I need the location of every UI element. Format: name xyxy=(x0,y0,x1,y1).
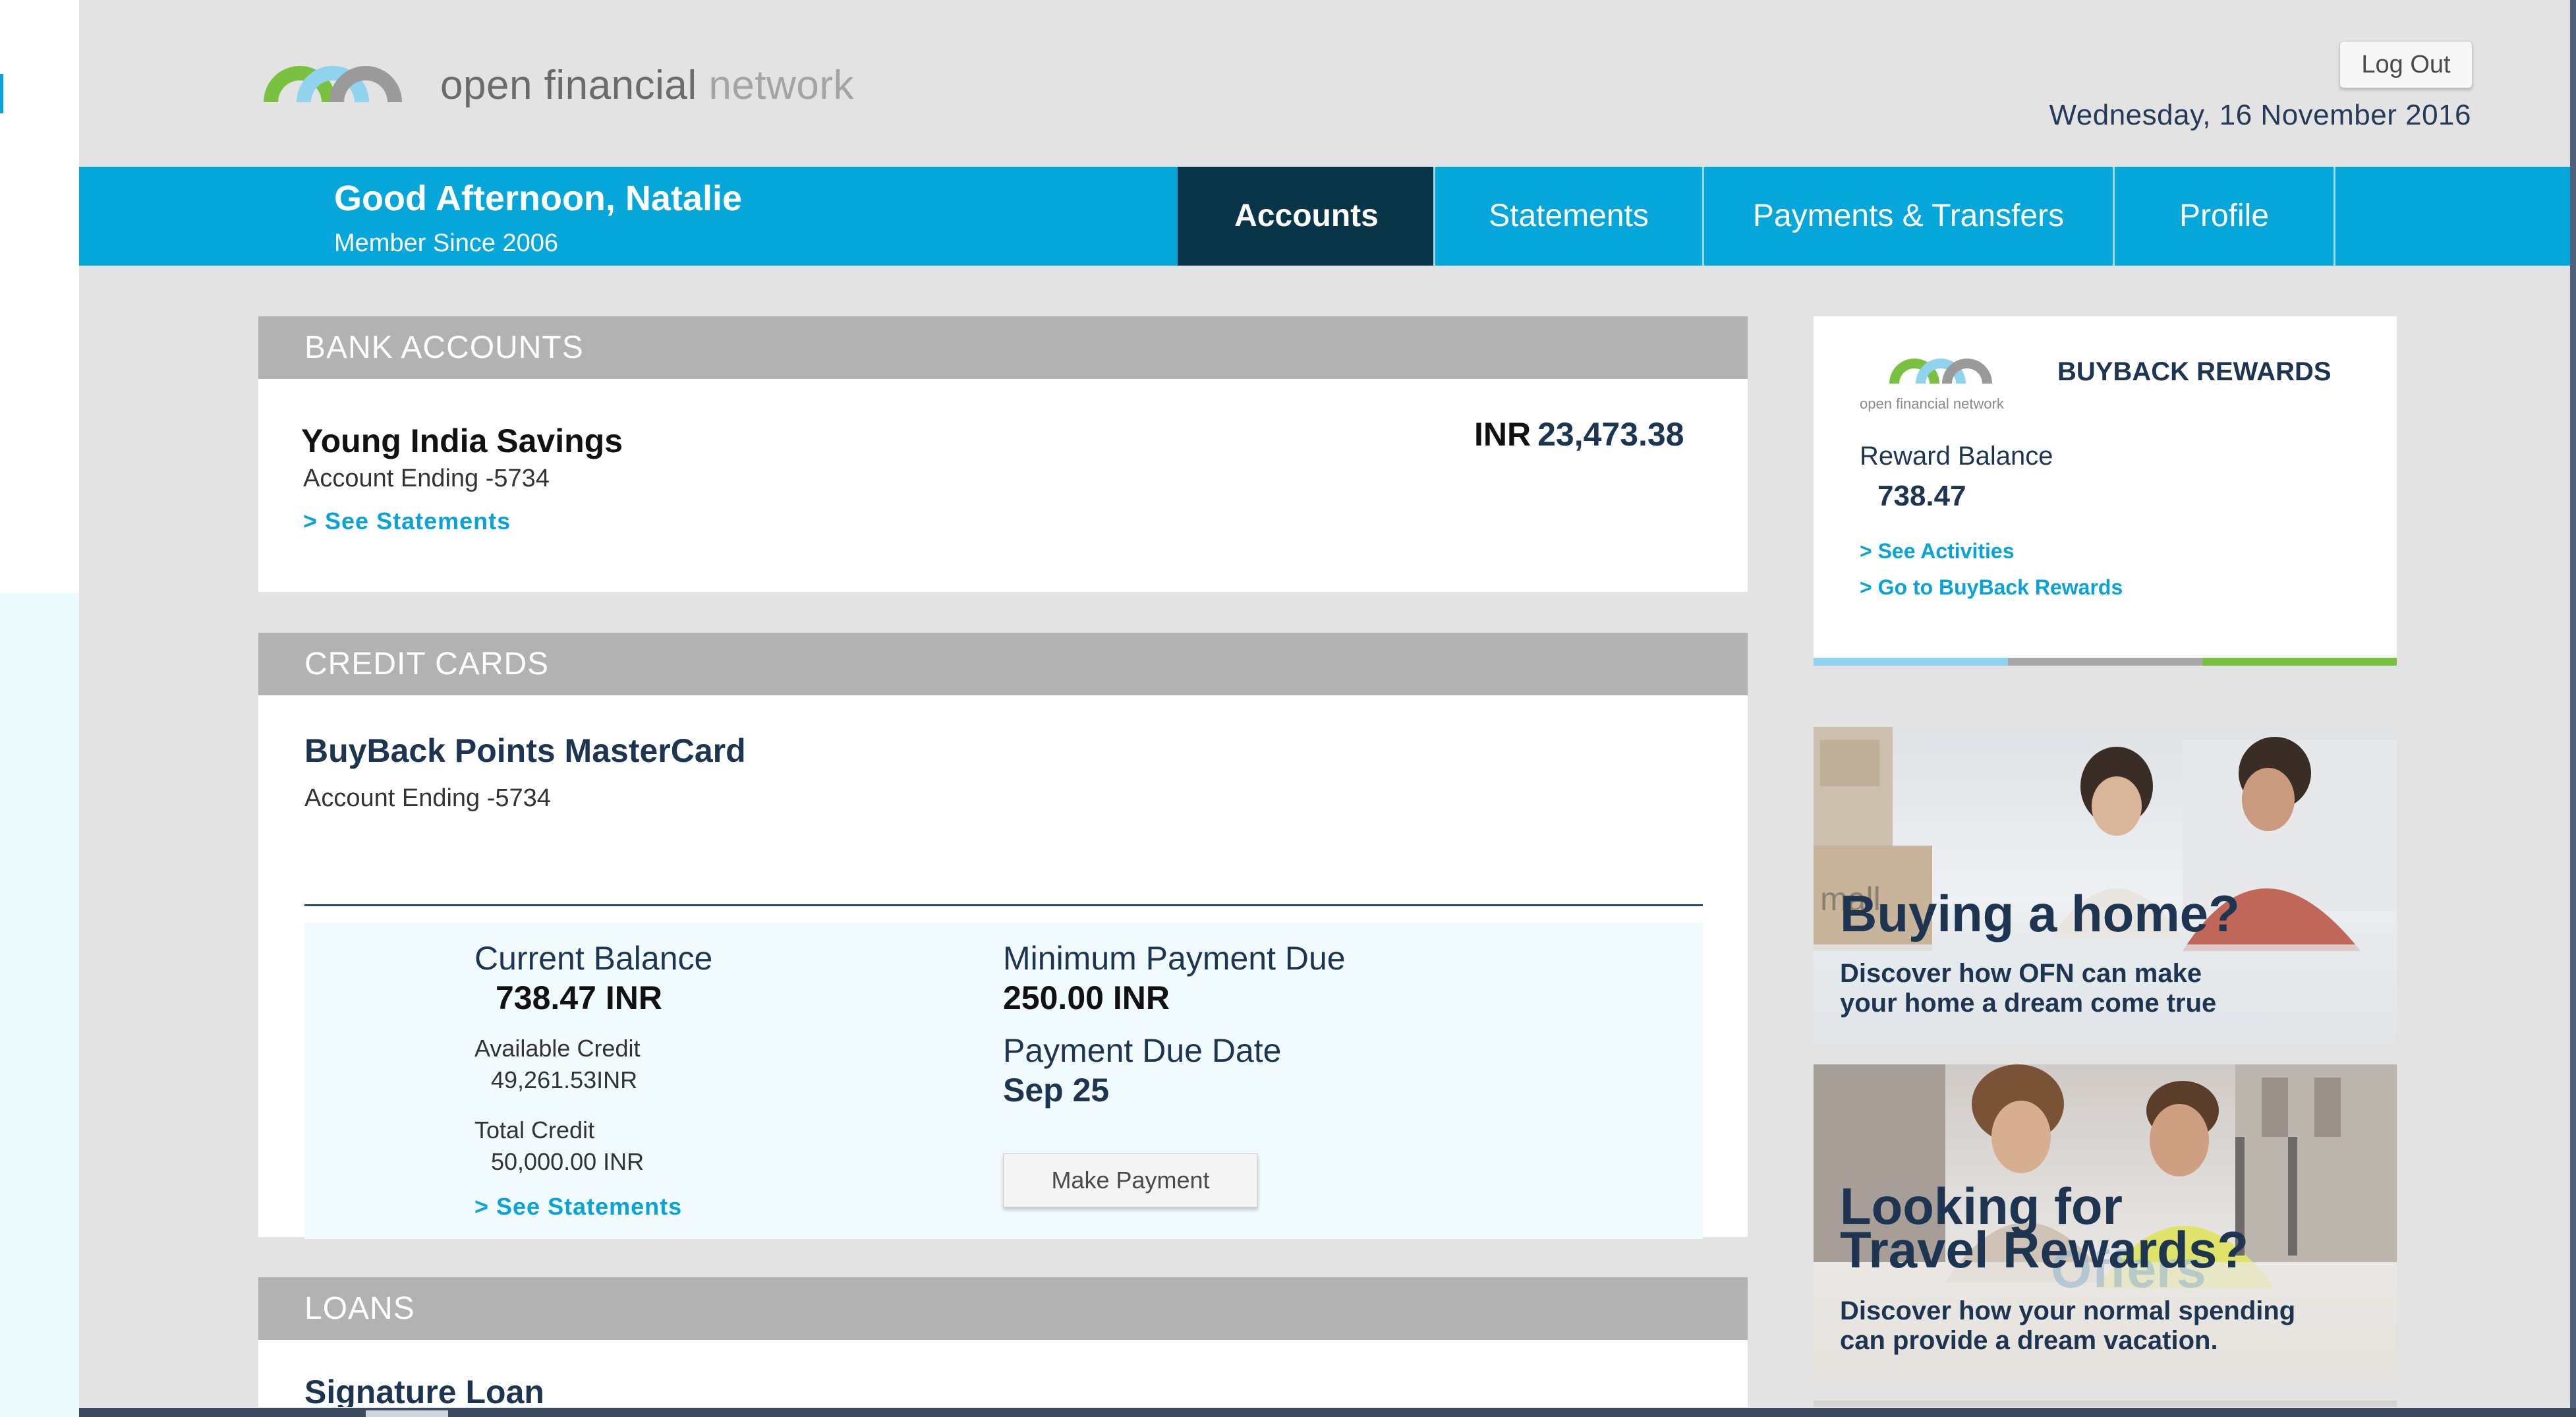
vertical-scrollbar[interactable] xyxy=(2570,0,2576,1408)
rewards-bar-grey xyxy=(2008,658,2202,666)
promo-buying-home[interactable]: mall Buying a home? Discover how OFN can… xyxy=(1814,727,2397,1043)
horizontal-scrollbar[interactable] xyxy=(79,1408,2576,1417)
tab-profile[interactable]: Profile xyxy=(2113,167,2333,266)
credit-card-name[interactable]: BuyBack Points MasterCard xyxy=(304,732,746,770)
member-since: Member Since 2006 xyxy=(334,229,559,257)
total-credit-value: 50,000.00 INR xyxy=(491,1148,644,1175)
bank-balance-value: 23,473.38 xyxy=(1537,416,1684,453)
app-window: open financial network Log Out Wednesday… xyxy=(79,0,2570,1407)
promo-travel-rewards[interactable]: Offers Looking for Travel Rewards? Disco… xyxy=(1814,1064,2397,1379)
bank-accounts-panel: Young India Savings Account Ending -5734… xyxy=(258,379,1748,592)
rewards-bar-green xyxy=(2202,658,2397,666)
promo-home-subtitle-2: your home a dream come true xyxy=(1840,989,2217,1018)
bank-balance: INR 23,473.38 xyxy=(1474,415,1684,453)
loans-header: LOANS xyxy=(258,1277,1748,1340)
brand-name-light: network xyxy=(708,63,854,108)
logout-button[interactable]: Log Out xyxy=(2339,41,2473,88)
bank-balance-currency: INR xyxy=(1474,416,1531,453)
promo-travel-title-2: Travel Rewards? xyxy=(1840,1221,2248,1279)
reward-balance-value: 738.47 xyxy=(1877,480,1966,512)
left-window-strip xyxy=(0,0,79,593)
promo-next[interactable] xyxy=(1814,1401,2397,1407)
min-payment-label: Minimum Payment Due xyxy=(1003,940,1346,977)
tab-payments-transfers[interactable]: Payments & Transfers xyxy=(1702,167,2113,266)
left-window-tick xyxy=(0,74,3,113)
credit-summary-box: Current Balance 738.47 INR Available Cre… xyxy=(304,923,1703,1239)
total-credit-label: Total Credit xyxy=(474,1116,595,1143)
buyback-rewards-card: open financial network BUYBACK REWARDS R… xyxy=(1814,316,2397,666)
rewards-logo-text: open financial network xyxy=(1860,395,2004,412)
due-date-label: Payment Due Date xyxy=(1003,1032,1282,1069)
greeting-title: Good Afternoon, Natalie xyxy=(334,179,742,218)
see-activities-link[interactable]: > See Activities xyxy=(1860,539,2015,564)
go-to-buyback-rewards-link[interactable]: > Go to BuyBack Rewards xyxy=(1860,575,2123,600)
rewards-bar-blue xyxy=(1814,658,2008,666)
promo-home-title: Buying a home? xyxy=(1840,884,2240,942)
bank-account-ending: Account Ending -5734 xyxy=(303,465,550,492)
brand-name: open financial network xyxy=(440,62,854,109)
available-credit-value: 49,261.53INR xyxy=(491,1066,638,1093)
loan-name[interactable]: Signature Loan xyxy=(304,1373,544,1407)
current-date: Wednesday, 16 November 2016 xyxy=(2049,99,2471,131)
make-payment-button[interactable]: Make Payment xyxy=(1003,1153,1258,1207)
current-balance-label: Current Balance xyxy=(474,940,713,977)
current-balance-value: 738.47 INR xyxy=(496,979,662,1016)
brand-name-main: open financial xyxy=(440,63,697,108)
bank-accounts-header: BANK ACCOUNTS xyxy=(258,316,1748,379)
credit-cards-panel: BuyBack Points MasterCard Account Ending… xyxy=(258,695,1748,1239)
loans-panel: Signature Loan xyxy=(258,1340,1748,1407)
credit-divider xyxy=(304,904,1703,906)
reward-balance-label: Reward Balance xyxy=(1860,442,2053,471)
promo-travel-subtitle-2: can provide a dream vacation. xyxy=(1840,1326,2218,1355)
credit-cards-header: CREDIT CARDS xyxy=(258,633,1748,695)
due-date-value: Sep 25 xyxy=(1003,1072,1110,1109)
credit-see-statements-link[interactable]: > See Statements xyxy=(474,1193,682,1221)
available-credit-label: Available Credit xyxy=(474,1035,641,1062)
bank-see-statements-link[interactable]: > See Statements xyxy=(303,507,511,535)
rewards-logo-icon xyxy=(1886,336,1995,389)
promo-home-subtitle-1: Discover how OFN can make xyxy=(1840,959,2202,988)
min-payment-value: 250.00 INR xyxy=(1003,979,1170,1016)
tab-accounts[interactable]: Accounts xyxy=(1178,167,1433,266)
tab-empty xyxy=(2333,167,2570,266)
promo-travel-subtitle-1: Discover how your normal spending xyxy=(1840,1296,2296,1325)
brand-logo-icon[interactable] xyxy=(257,33,409,109)
credit-card-ending: Account Ending -5734 xyxy=(304,784,551,812)
horizontal-scrollbar-thumb[interactable] xyxy=(366,1410,448,1417)
rewards-title: BUYBACK REWARDS xyxy=(2057,357,2332,386)
tab-statements[interactable]: Statements xyxy=(1433,167,1702,266)
bank-account-name[interactable]: Young India Savings xyxy=(301,422,623,460)
